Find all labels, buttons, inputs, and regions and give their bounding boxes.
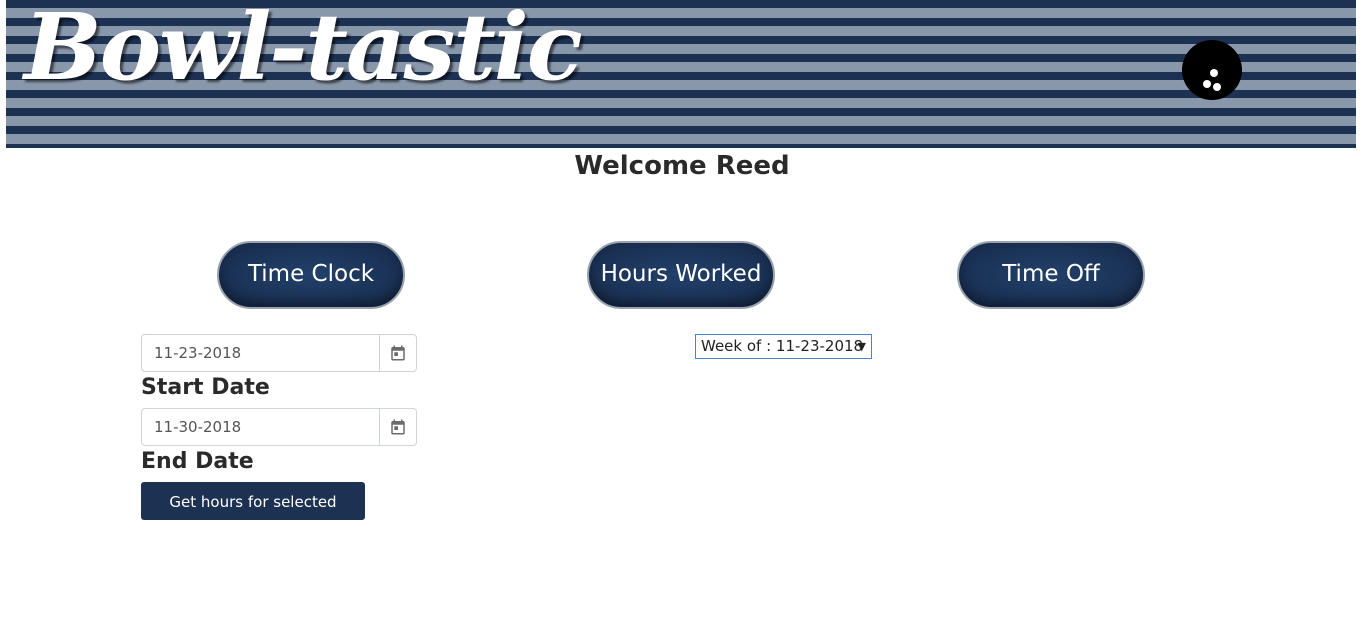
brand-logo-text[interactable]: Bowl-tastic: [24, 0, 583, 102]
bowling-ball-icon[interactable]: [1182, 40, 1242, 100]
calendar-icon: [391, 345, 405, 361]
end-date-label: End Date: [141, 449, 254, 474]
week-select-value: Week of : 11-23-2018: [701, 337, 864, 355]
welcome-heading: Welcome Reed: [574, 151, 790, 181]
header-banner: Bowl-tastic: [6, 0, 1356, 148]
start-date-input[interactable]: [142, 335, 380, 371]
dropdown-arrow-icon: ▼: [857, 340, 866, 353]
hours-worked-button[interactable]: Hours Worked: [587, 241, 775, 309]
end-date-input[interactable]: [142, 409, 380, 445]
start-date-picker: [141, 334, 417, 372]
week-select[interactable]: Week of : 11-23-2018 ▼: [695, 334, 872, 359]
calendar-icon: [391, 419, 405, 435]
end-date-picker: [141, 408, 417, 446]
start-date-label: Start Date: [141, 375, 270, 400]
ball-hole: [1203, 80, 1211, 88]
page: Bowl-tastic Welcome Reed Time Clock Hour…: [0, 0, 1364, 623]
start-date-calendar-button[interactable]: [379, 335, 416, 371]
time-clock-button[interactable]: Time Clock: [217, 241, 405, 309]
ball-hole: [1210, 69, 1218, 77]
time-off-button[interactable]: Time Off: [957, 241, 1145, 309]
ball-hole: [1213, 83, 1221, 91]
end-date-calendar-button[interactable]: [379, 409, 416, 445]
get-hours-button[interactable]: Get hours for selected dates: [141, 482, 365, 549]
